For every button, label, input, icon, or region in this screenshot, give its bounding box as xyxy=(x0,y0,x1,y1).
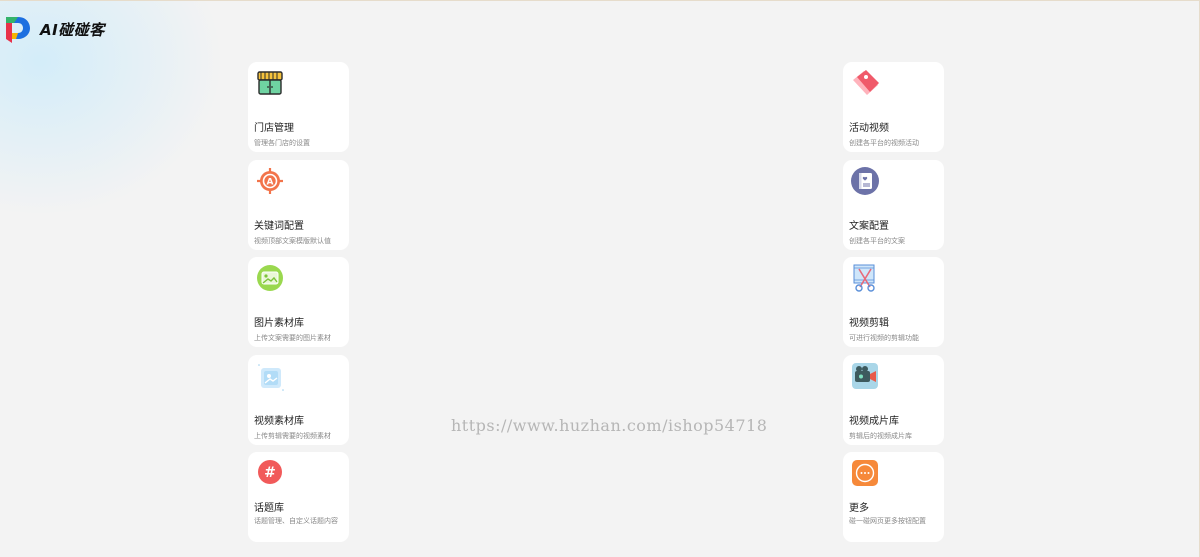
card-video-library[interactable]: 视频素材库 上传剪辑需要的视频素材 xyxy=(248,354,349,445)
right-menu-column: 活动视频 创建各平台的视频活动 文案配置 创建各平台的文案 视频剪辑 可进行视频… xyxy=(843,62,944,550)
card-description: 创建各平台的视频活动 xyxy=(849,139,919,147)
keyword-target-icon: A xyxy=(255,166,285,196)
card-title: 图片素材库 xyxy=(254,318,304,329)
watermark-text: https://www.huzhan.com/ishop54718 xyxy=(451,416,768,435)
card-title: 文案配置 xyxy=(849,220,889,232)
card-description: 话题管理、自定义话题内容 xyxy=(254,517,338,525)
card-description: 上传文案需要的图片素材 xyxy=(254,334,331,342)
logo-icon xyxy=(6,17,30,43)
card-description: 可进行视频的剪辑功能 xyxy=(849,334,919,342)
card-description: 剪辑后的视频成片库 xyxy=(849,431,912,440)
card-copy-config[interactable]: 文案配置 创建各平台的文案 xyxy=(843,159,944,250)
card-title: 更多 xyxy=(849,503,869,514)
video-camera-icon xyxy=(850,361,880,391)
card-description: 创建各平台的文案 xyxy=(849,236,905,245)
card-video-editing[interactable]: 视频剪辑 可进行视频的剪辑功能 xyxy=(843,257,944,347)
card-title: 视频素材库 xyxy=(254,415,304,427)
more-icon xyxy=(850,458,880,488)
tag-icon xyxy=(850,68,880,98)
card-more[interactable]: 更多 碰一碰网页更多按钮配置 xyxy=(843,452,944,542)
scissors-film-icon xyxy=(850,263,880,293)
card-title: 视频剪辑 xyxy=(849,318,889,329)
app-logo[interactable]: AI碰碰客 xyxy=(2,13,105,45)
card-title: 活动视频 xyxy=(849,123,889,134)
svg-text:#: # xyxy=(264,465,276,481)
card-keyword-config[interactable]: A 关键词配置 视频顶部文案模版默认值 xyxy=(248,159,349,250)
card-description: 视频顶部文案模版默认值 xyxy=(254,236,331,245)
video-library-icon xyxy=(255,361,285,391)
page-background: AI碰碰客 门店管理 管理各门店的设置 A 关键词配置 视频顶部文案模版默认值 … xyxy=(0,0,1200,557)
left-menu-column: 门店管理 管理各门店的设置 A 关键词配置 视频顶部文案模版默认值 图片素材库 … xyxy=(248,62,349,550)
card-topic-library[interactable]: # 话题库 话题管理、自定义话题内容 xyxy=(248,452,349,542)
image-library-icon xyxy=(255,263,285,293)
card-title: 关键词配置 xyxy=(254,220,304,232)
card-store-management[interactable]: 门店管理 管理各门店的设置 xyxy=(248,62,349,152)
card-description: 管理各门店的设置 xyxy=(254,139,310,147)
card-description: 上传剪辑需要的视频素材 xyxy=(254,431,331,440)
svg-text:A: A xyxy=(267,177,274,187)
card-finished-video-library[interactable]: 视频成片库 剪辑后的视频成片库 xyxy=(843,354,944,445)
app-name: AI碰碰客 xyxy=(40,20,105,39)
store-icon xyxy=(255,68,285,98)
card-title: 视频成片库 xyxy=(849,415,899,427)
hashtag-icon: # xyxy=(255,458,285,488)
card-title: 话题库 xyxy=(254,503,284,514)
notebook-icon xyxy=(850,166,880,196)
card-event-video[interactable]: 活动视频 创建各平台的视频活动 xyxy=(843,62,944,152)
card-image-library[interactable]: 图片素材库 上传文案需要的图片素材 xyxy=(248,257,349,347)
card-title: 门店管理 xyxy=(254,123,294,134)
card-description: 碰一碰网页更多按钮配置 xyxy=(849,517,926,525)
